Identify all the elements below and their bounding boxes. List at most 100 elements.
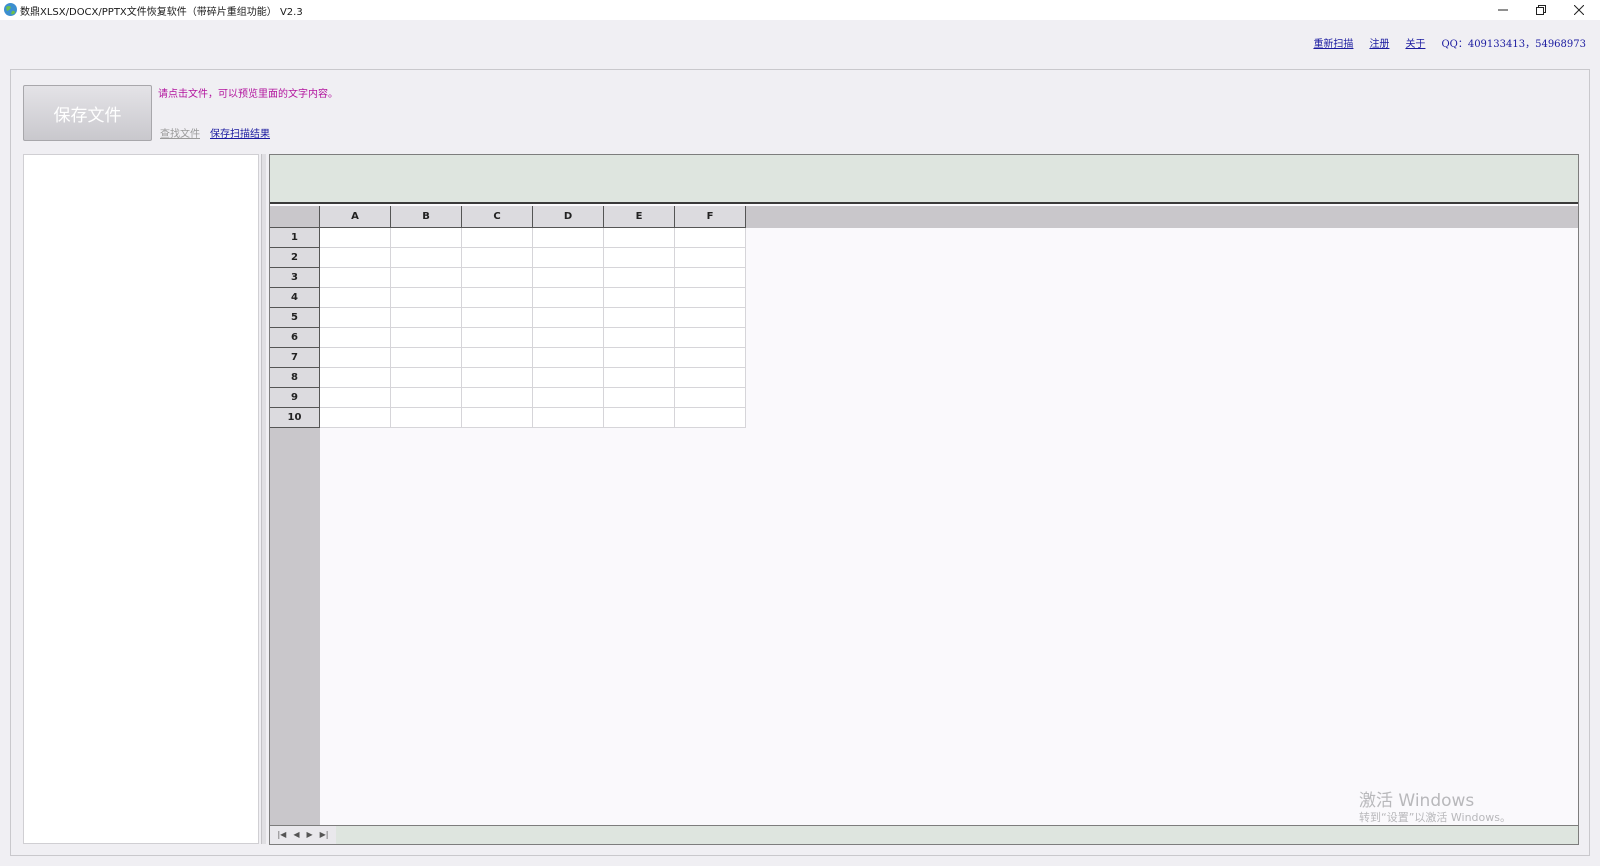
cell-f9[interactable] bbox=[675, 388, 746, 408]
activation-watermark-title: 激活 Windows bbox=[1359, 791, 1475, 811]
cell-e10[interactable] bbox=[604, 408, 675, 428]
cell-d9[interactable] bbox=[533, 388, 604, 408]
window-title: 数鼎XLSX/DOCX/PPTX文件恢复软件（带碎片重组功能） V2.3 bbox=[20, 7, 303, 18]
cell-b6[interactable] bbox=[391, 328, 462, 348]
cell-f3[interactable] bbox=[675, 268, 746, 288]
cell-b5[interactable] bbox=[391, 308, 462, 328]
cell-e4[interactable] bbox=[604, 288, 675, 308]
preview-panel: A B C D E F 1 2 3 4 5 6 7 8 9 10 |◀ ◀ ▶ ▶| bbox=[269, 154, 1579, 845]
row-header-1[interactable]: 1 bbox=[270, 228, 320, 248]
column-header-b[interactable]: B bbox=[391, 206, 462, 228]
column-header-f[interactable]: F bbox=[675, 206, 746, 228]
cell-b8[interactable] bbox=[391, 368, 462, 388]
cell-c4[interactable] bbox=[462, 288, 533, 308]
row-header-9[interactable]: 9 bbox=[270, 388, 320, 408]
about-link[interactable]: 关于 bbox=[1405, 35, 1425, 50]
column-header-a[interactable]: A bbox=[320, 206, 391, 228]
cell-a7[interactable] bbox=[320, 348, 391, 368]
cell-b1[interactable] bbox=[391, 228, 462, 248]
cell-a6[interactable] bbox=[320, 328, 391, 348]
cell-a2[interactable] bbox=[320, 248, 391, 268]
sheet-nav: |◀ ◀ ▶ ▶| bbox=[270, 826, 336, 844]
cell-f2[interactable] bbox=[675, 248, 746, 268]
cell-b10[interactable] bbox=[391, 408, 462, 428]
cell-b2[interactable] bbox=[391, 248, 462, 268]
register-link[interactable]: 注册 bbox=[1369, 35, 1389, 50]
cell-d5[interactable] bbox=[533, 308, 604, 328]
column-header-d[interactable]: D bbox=[533, 206, 604, 228]
cell-e8[interactable] bbox=[604, 368, 675, 388]
column-header-e[interactable]: E bbox=[604, 206, 675, 228]
cell-d6[interactable] bbox=[533, 328, 604, 348]
cell-a3[interactable] bbox=[320, 268, 391, 288]
cell-f7[interactable] bbox=[675, 348, 746, 368]
next-sheet-icon[interactable]: ▶ bbox=[306, 831, 312, 839]
cell-d3[interactable] bbox=[533, 268, 604, 288]
cell-f8[interactable] bbox=[675, 368, 746, 388]
find-file-link[interactable]: 查找文件 bbox=[160, 125, 200, 140]
cell-c1[interactable] bbox=[462, 228, 533, 248]
row-header-5[interactable]: 5 bbox=[270, 308, 320, 328]
cell-b7[interactable] bbox=[391, 348, 462, 368]
prev-sheet-icon[interactable]: ◀ bbox=[293, 831, 299, 839]
cell-e6[interactable] bbox=[604, 328, 675, 348]
cell-c3[interactable] bbox=[462, 268, 533, 288]
panel-splitter[interactable] bbox=[261, 154, 266, 844]
row-header-2[interactable]: 2 bbox=[270, 248, 320, 268]
cell-e2[interactable] bbox=[604, 248, 675, 268]
row-header-6[interactable]: 6 bbox=[270, 328, 320, 348]
top-links: 重新扫描 注册 关于 QQ：409133413，54968973 bbox=[1313, 35, 1586, 50]
file-tree-panel[interactable] bbox=[23, 154, 259, 844]
first-sheet-icon[interactable]: |◀ bbox=[277, 831, 286, 839]
cell-e7[interactable] bbox=[604, 348, 675, 368]
cell-d1[interactable] bbox=[533, 228, 604, 248]
cell-a10[interactable] bbox=[320, 408, 391, 428]
cell-f6[interactable] bbox=[675, 328, 746, 348]
cell-c8[interactable] bbox=[462, 368, 533, 388]
cell-d8[interactable] bbox=[533, 368, 604, 388]
cell-c10[interactable] bbox=[462, 408, 533, 428]
cell-b4[interactable] bbox=[391, 288, 462, 308]
minimize-button[interactable] bbox=[1485, 0, 1521, 20]
cell-f4[interactable] bbox=[675, 288, 746, 308]
rescan-link[interactable]: 重新扫描 bbox=[1313, 35, 1353, 50]
row-header-3[interactable]: 3 bbox=[270, 268, 320, 288]
cell-e5[interactable] bbox=[604, 308, 675, 328]
cell-c7[interactable] bbox=[462, 348, 533, 368]
cell-a5[interactable] bbox=[320, 308, 391, 328]
cell-a8[interactable] bbox=[320, 368, 391, 388]
row-header-8[interactable]: 8 bbox=[270, 368, 320, 388]
cell-d2[interactable] bbox=[533, 248, 604, 268]
row-header-7[interactable]: 7 bbox=[270, 348, 320, 368]
select-all-corner[interactable] bbox=[270, 206, 320, 228]
close-button[interactable] bbox=[1561, 0, 1597, 20]
last-sheet-icon[interactable]: ▶| bbox=[320, 831, 329, 839]
row-header-4[interactable]: 4 bbox=[270, 288, 320, 308]
cell-e3[interactable] bbox=[604, 268, 675, 288]
cell-f1[interactable] bbox=[675, 228, 746, 248]
cell-b9[interactable] bbox=[391, 388, 462, 408]
restore-button[interactable] bbox=[1523, 0, 1559, 20]
cell-f10[interactable] bbox=[675, 408, 746, 428]
cell-a1[interactable] bbox=[320, 228, 391, 248]
save-scan-result-link[interactable]: 保存扫描结果 bbox=[210, 125, 270, 140]
cell-e9[interactable] bbox=[604, 388, 675, 408]
column-header-c[interactable]: C bbox=[462, 206, 533, 228]
cell-c5[interactable] bbox=[462, 308, 533, 328]
close-icon bbox=[1574, 5, 1584, 15]
cell-d10[interactable] bbox=[533, 408, 604, 428]
cell-f5[interactable] bbox=[675, 308, 746, 328]
cell-d4[interactable] bbox=[533, 288, 604, 308]
spreadsheet-grid[interactable]: A B C D E F 1 2 3 4 5 6 7 8 9 10 bbox=[270, 206, 1578, 825]
cell-b3[interactable] bbox=[391, 268, 462, 288]
save-file-button[interactable]: 保存文件 bbox=[23, 85, 152, 141]
cell-c6[interactable] bbox=[462, 328, 533, 348]
cell-c2[interactable] bbox=[462, 248, 533, 268]
cell-a9[interactable] bbox=[320, 388, 391, 408]
cell-a4[interactable] bbox=[320, 288, 391, 308]
cell-e1[interactable] bbox=[604, 228, 675, 248]
row-header-10[interactable]: 10 bbox=[270, 408, 320, 428]
app-window: 数鼎XLSX/DOCX/PPTX文件恢复软件（带碎片重组功能） V2.3 重新扫… bbox=[0, 0, 1600, 866]
cell-c9[interactable] bbox=[462, 388, 533, 408]
cell-d7[interactable] bbox=[533, 348, 604, 368]
